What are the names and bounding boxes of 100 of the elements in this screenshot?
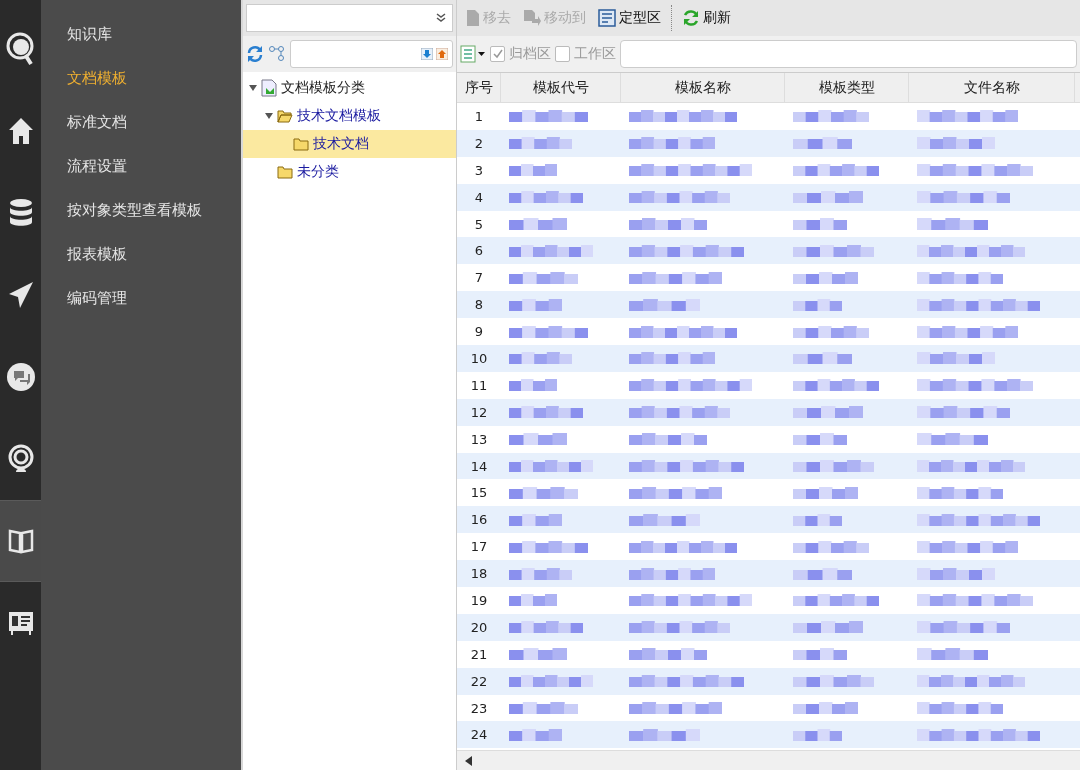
folder-icon [293, 137, 309, 151]
blurred-text [793, 216, 847, 232]
row-number: 5 [473, 215, 485, 234]
blurred-text [793, 646, 847, 663]
blurred-text [509, 162, 557, 179]
menu-item[interactable]: 按对象类型查看模板 [41, 188, 241, 232]
blurred-text [793, 511, 842, 528]
hierarchy-icon[interactable] [268, 45, 286, 63]
tree-node[interactable]: 技术文档模板 [243, 102, 456, 130]
menu-item[interactable]: 知识库 [41, 12, 241, 56]
blurred-text [509, 216, 567, 232]
row-number: 11 [469, 376, 489, 395]
blurred-text [793, 189, 863, 206]
blurred-text [793, 269, 858, 286]
blurred-text [793, 350, 852, 367]
row-number: 18 [469, 565, 489, 584]
database-icon[interactable] [8, 198, 33, 228]
menu-item[interactable]: 报表模板 [41, 232, 241, 276]
row-number: 1 [473, 107, 485, 126]
row-number: 16 [469, 511, 489, 530]
blurred-text [793, 484, 858, 501]
document-arrow-icon [523, 9, 541, 27]
blurred-text [509, 296, 562, 313]
column-header[interactable]: 模板名称 [621, 73, 785, 102]
menu-item[interactable]: 文档模板 [41, 56, 241, 100]
row-number: 6 [473, 242, 485, 261]
blurred-text [793, 565, 852, 582]
blurred-text [917, 216, 988, 232]
blurred-text [509, 431, 567, 448]
column-header[interactable]: 模板代号 [501, 73, 621, 102]
document-tree-icon [261, 79, 277, 97]
column-header[interactable]: 序号 [457, 73, 501, 102]
menu-item[interactable]: 流程设置 [41, 144, 241, 188]
chat-icon[interactable] [5, 362, 36, 392]
toolbar-button[interactable]: 刷新 [676, 3, 737, 33]
tree-node[interactable]: 技术文档 [243, 130, 456, 158]
row-number: 22 [469, 672, 489, 691]
id-card-icon[interactable] [7, 610, 34, 636]
form-icon [598, 9, 616, 27]
search-logo-icon[interactable] [5, 32, 36, 66]
row-number: 21 [469, 645, 489, 664]
double-chevron-icon [436, 13, 446, 23]
tree-node[interactable]: 文档模板分类 [243, 74, 456, 102]
checkbox[interactable] [490, 46, 505, 62]
blurred-text [793, 135, 852, 152]
blurred-text [509, 700, 578, 717]
row-number: 10 [469, 349, 489, 368]
blurred-text [509, 565, 572, 582]
blurred-text [917, 646, 988, 663]
checkbox-label: 归档区 [509, 45, 551, 63]
scroll-left-icon[interactable] [465, 755, 473, 766]
expanded-caret-icon[interactable] [249, 84, 257, 92]
blurred-text [509, 726, 562, 743]
open-folder-icon [277, 109, 293, 123]
blurred-text [509, 646, 567, 663]
book-icon[interactable] [7, 528, 34, 554]
down-arrow-icon[interactable] [421, 48, 433, 60]
blurred-text [793, 619, 863, 636]
blurred-text [629, 726, 700, 743]
blurred-text [629, 296, 700, 313]
tree-node[interactable]: 未分类 [243, 158, 456, 186]
blurred-text [793, 726, 842, 743]
toolbar-button[interactable]: 定型区 [592, 3, 667, 33]
list-view-menu-icon[interactable] [460, 45, 486, 63]
row-number: 12 [469, 403, 489, 422]
blurred-text [509, 350, 572, 367]
checkbox-label: 工作区 [574, 45, 616, 63]
menu-item[interactable]: 标准文档 [41, 100, 241, 144]
row-number: 20 [469, 618, 489, 637]
blurred-text [917, 431, 988, 448]
checkbox[interactable] [555, 46, 570, 62]
blurred-text [509, 511, 562, 528]
blurred-text [793, 296, 842, 313]
row-number: 3 [473, 161, 485, 180]
blurred-text [793, 700, 858, 717]
filter-field[interactable] [620, 40, 1077, 68]
column-header[interactable]: 文件名称 [909, 73, 1075, 102]
blurred-text [629, 511, 700, 528]
row-number: 24 [469, 726, 489, 745]
up-arrow-icon[interactable] [436, 48, 448, 60]
broadcast-icon[interactable] [6, 444, 35, 474]
dropdown-field[interactable] [246, 4, 453, 32]
search-field[interactable] [290, 40, 453, 68]
blurred-text [509, 377, 557, 394]
row-number: 23 [469, 699, 489, 718]
paper-plane-icon[interactable] [7, 281, 34, 309]
blurred-text [793, 404, 863, 421]
row-number: 17 [469, 538, 489, 557]
refresh-icon [682, 9, 700, 27]
blurred-text [793, 431, 847, 448]
row-number: 9 [473, 323, 485, 342]
column-header[interactable]: 模板类型 [785, 73, 909, 102]
document-icon [466, 9, 480, 27]
menu-item[interactable]: 编码管理 [41, 276, 241, 320]
row-number: 7 [473, 269, 485, 288]
blurred-text [509, 269, 578, 286]
expanded-caret-icon[interactable] [265, 112, 273, 120]
sync-icon[interactable] [246, 45, 264, 63]
row-number: 14 [469, 457, 489, 476]
row-number: 19 [469, 591, 489, 610]
